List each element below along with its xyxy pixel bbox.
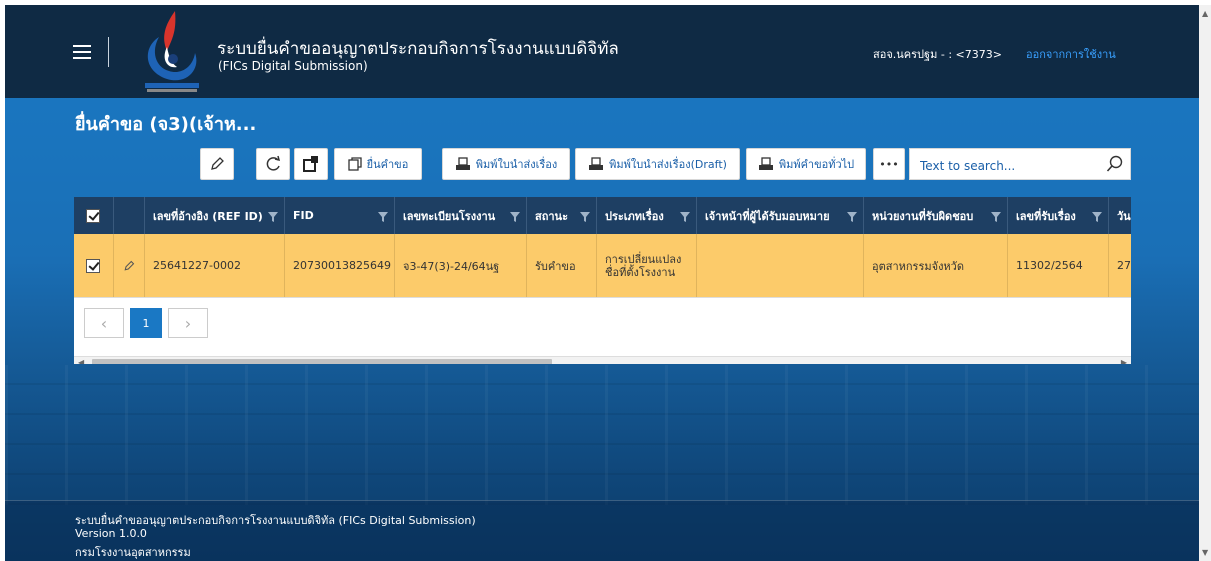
search-box <box>909 148 1131 180</box>
prev-page-button[interactable]: ‹ <box>84 308 124 338</box>
submit-request-label: ยื่นคำขอ <box>366 158 409 171</box>
header-status[interactable]: สถานะ <box>527 197 597 234</box>
data-grid: เลขที่อ้างอิง (REF ID) FID เลขทะเบียนโรง… <box>74 197 1131 364</box>
pencil-icon <box>211 157 224 170</box>
cell-officer <box>697 234 864 297</box>
cell-factory-reg: จ3-47(3)-24/64นฐ <box>395 234 527 297</box>
more-button[interactable]: ••• <box>873 148 905 180</box>
print-general-button[interactable]: พิมพ์คำขอทั่วไป <box>746 148 866 180</box>
app-subtitle: (FICs Digital Submission) <box>218 59 368 73</box>
header-bar: ระบบยื่นคำขออนุญาตประกอบกิจการโรงงานแบบด… <box>5 5 1199 98</box>
filter-icon[interactable] <box>991 212 1001 222</box>
chevron-right-icon: › <box>184 313 192 333</box>
header-officer[interactable]: เจ้าหน้าที่ผู้ได้รับมอบหมาย <box>697 197 864 234</box>
copy-icon <box>348 157 362 171</box>
row-checkbox[interactable] <box>86 258 100 273</box>
filter-icon[interactable] <box>580 212 590 222</box>
user-info: สอจ.นครปฐม - : <7373> <box>873 48 1002 61</box>
next-page-button[interactable]: › <box>168 308 208 338</box>
search-icon[interactable] <box>1106 155 1124 173</box>
header-ref-id[interactable]: เลขที่อ้างอิง (REF ID) <box>145 197 285 234</box>
pencil-icon[interactable] <box>123 260 135 272</box>
page-title: ยื่นคำขอ (จ3)(เจ้าห... <box>75 114 257 135</box>
app-title: ระบบยื่นคำขออนุญาตประกอบกิจการโรงงานแบบด… <box>217 39 619 59</box>
select-all-checkbox-cell[interactable] <box>74 197 114 234</box>
new-document-icon <box>303 156 318 172</box>
dept-logo <box>145 11 199 92</box>
header-divider <box>108 37 109 67</box>
new-document-button[interactable] <box>294 148 328 180</box>
grid-header: เลขที่อ้างอิง (REF ID) FID เลขทะเบียนโรง… <box>74 197 1131 234</box>
row-checkbox-cell[interactable] <box>74 234 114 297</box>
cell-date: 27 <box>1109 234 1131 297</box>
filter-icon[interactable] <box>510 212 520 222</box>
scroll-right-icon[interactable]: ▶ <box>1121 358 1127 364</box>
header-type[interactable]: ประเภทเรื่อง <box>597 197 697 234</box>
pager: ‹ 1 › <box>74 297 1131 348</box>
footer: ระบบยื่นคำขออนุญาตประกอบกิจการโรงงานแบบด… <box>5 500 1199 561</box>
cell-status: รับคำขอ <box>527 234 597 297</box>
menu-icon[interactable] <box>73 45 91 59</box>
footer-department: กรมโรงงานอุตสาหกรรม <box>75 546 191 559</box>
footer-version: Version 1.0.0 <box>75 527 147 540</box>
select-all-checkbox[interactable] <box>86 208 100 223</box>
horizontal-scroll-thumb[interactable] <box>92 359 552 364</box>
header-department[interactable]: หน่วยงานที่รับผิดชอบ <box>864 197 1008 234</box>
logout-link[interactable]: ออกจากการใช้งาน <box>1026 45 1116 63</box>
edit-button[interactable] <box>200 148 234 180</box>
header-fid[interactable]: FID <box>285 197 395 234</box>
cell-department: อุตสาหกรรมจังหวัด <box>864 234 1008 297</box>
filter-icon[interactable] <box>1092 212 1102 222</box>
print-memo-draft-button[interactable]: พิมพ์ใบนำส่งเรื่อง(Draft) <box>575 148 740 180</box>
header-factory-reg[interactable]: เลขทะเบียนโรงงาน <box>395 197 527 234</box>
printer-icon <box>589 157 604 170</box>
page-button[interactable]: 1 <box>130 308 162 338</box>
scroll-down-icon[interactable]: ▼ <box>1202 548 1208 557</box>
filter-icon[interactable] <box>378 212 388 222</box>
cell-type: การเปลี่ยนแปลงชื่อที่ตั้งโรงงาน <box>597 234 697 297</box>
cell-fid: 20730013825649 <box>285 234 395 297</box>
header-edit-col <box>114 197 145 234</box>
filter-icon[interactable] <box>680 212 690 222</box>
printer-icon <box>758 157 773 170</box>
chevron-left-icon: ‹ <box>100 313 108 333</box>
scroll-up-icon[interactable]: ▲ <box>1202 9 1208 18</box>
filter-icon[interactable] <box>268 212 278 222</box>
print-memo-label: พิมพ์ใบนำส่งเรื่อง <box>475 158 558 171</box>
app-window: ระบบยื่นคำขออนุญาตประกอบกิจการโรงงานแบบด… <box>5 5 1199 561</box>
table-row[interactable]: 25641227-0002 20730013825649 จ3-47(3)-24… <box>74 234 1131 297</box>
cell-ref-id: 25641227-0002 <box>145 234 285 297</box>
filter-icon[interactable] <box>847 212 857 222</box>
print-memo-draft-label: พิมพ์ใบนำส่งเรื่อง(Draft) <box>609 158 727 171</box>
row-edit-cell[interactable] <box>114 234 145 297</box>
refresh-icon <box>266 155 281 171</box>
cell-receive-no: 11302/2564 <box>1008 234 1109 297</box>
submit-request-button[interactable]: ยื่นคำขอ <box>334 148 422 180</box>
printer-icon <box>455 157 470 170</box>
more-icon: ••• <box>879 157 899 171</box>
print-memo-button[interactable]: พิมพ์ใบนำส่งเรื่อง <box>442 148 570 180</box>
search-input[interactable] <box>918 156 1102 176</box>
header-receive-no[interactable]: เลขที่รับเรื่อง <box>1008 197 1109 234</box>
refresh-button[interactable] <box>256 148 290 180</box>
print-general-label: พิมพ์คำขอทั่วไป <box>778 158 855 171</box>
page-vertical-scrollbar[interactable]: ▲ ▼ <box>1199 5 1211 561</box>
scroll-left-icon[interactable]: ◀ <box>78 358 84 364</box>
header-date[interactable]: วัน <box>1109 197 1131 234</box>
horizontal-scrollbar[interactable]: ◀ ▶ <box>74 356 1131 364</box>
